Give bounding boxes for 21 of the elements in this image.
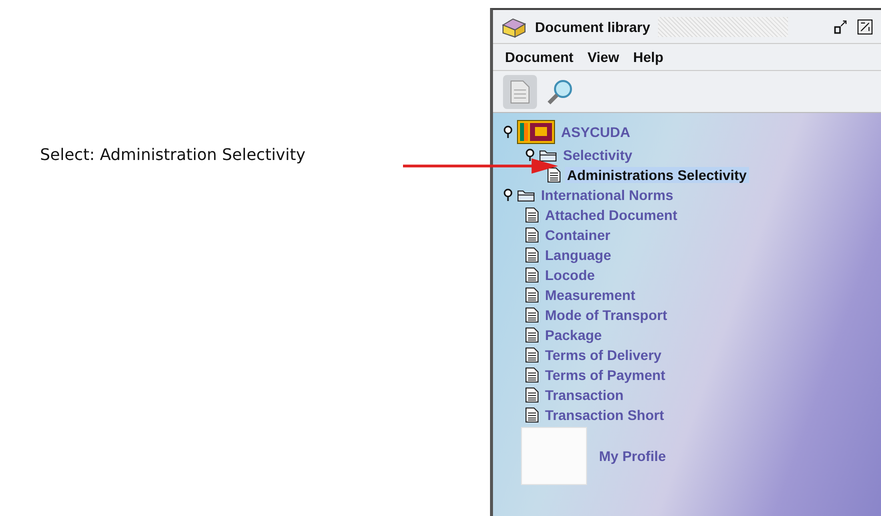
tree-item[interactable]: My Profile <box>597 448 668 464</box>
tree-item[interactable]: Package <box>543 327 604 343</box>
menu-item[interactable]: Document <box>505 49 574 65</box>
tree-item[interactable]: Mode of Transport <box>543 307 670 323</box>
tree-item[interactable]: Measurement <box>543 287 638 303</box>
tree-item[interactable]: Selectivity <box>561 147 634 163</box>
window-title: Document library <box>535 18 650 34</box>
tree-item[interactable]: International Norms <box>539 187 676 203</box>
tree-item[interactable]: Locode <box>543 267 597 283</box>
tree-item[interactable]: Transaction <box>543 387 626 403</box>
tree-item[interactable]: Administrations Selectivity <box>565 167 749 183</box>
menu-item[interactable]: View <box>587 49 620 65</box>
instruction-caption: Select: Administration Selectivity <box>40 145 306 164</box>
tree-item[interactable]: Transaction Short <box>543 407 666 423</box>
tree-item[interactable]: Container <box>543 227 612 243</box>
menu-item[interactable]: Help <box>633 49 664 65</box>
tree-item[interactable]: Language <box>543 247 614 263</box>
tree-item[interactable]: Attached Document <box>543 207 680 223</box>
tree-item[interactable]: Terms of Payment <box>543 367 668 383</box>
tree-item[interactable]: ASYCUDA <box>559 124 632 140</box>
tree-item[interactable]: Terms of Delivery <box>543 347 664 363</box>
